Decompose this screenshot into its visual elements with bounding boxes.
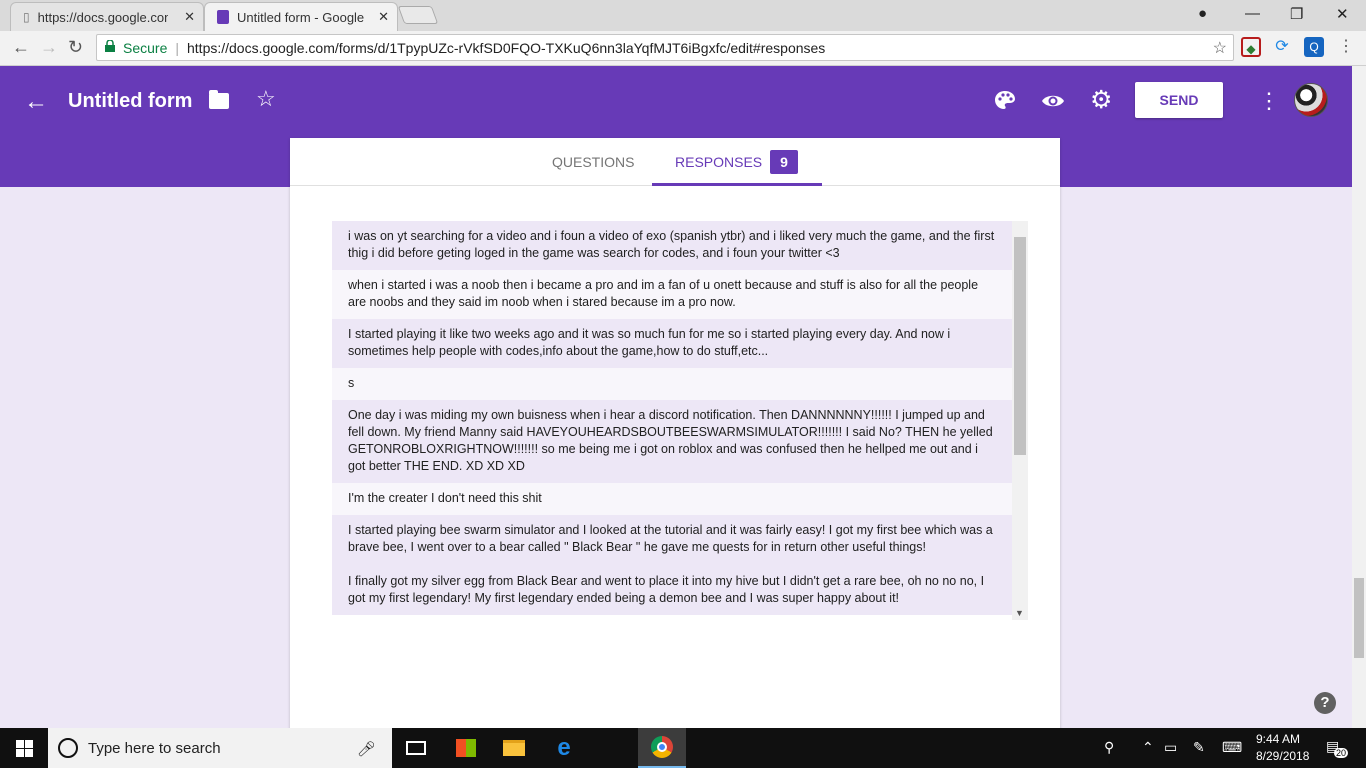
clock-date[interactable]: 8/29/2018 <box>1256 749 1309 763</box>
response-row: i was on yt searching for a video and i … <box>332 221 1012 270</box>
chrome-icon[interactable] <box>638 728 686 768</box>
response-list: i was on yt searching for a video and i … <box>332 221 1012 620</box>
extension-sync-icon[interactable]: ⟳ <box>1272 37 1292 57</box>
taskbar-app-blank[interactable] <box>588 728 636 768</box>
response-text: I'm the creater I don't need this shit <box>348 491 542 505</box>
response-row: when i started i was a noob then i becam… <box>332 270 1012 319</box>
response-list-scrollbar[interactable]: ▼ <box>1012 221 1028 620</box>
forms-icon <box>217 10 229 24</box>
task-view-icon[interactable] <box>392 728 440 768</box>
scrollbar-thumb[interactable] <box>1014 237 1026 455</box>
forward-icon[interactable]: → <box>40 37 58 58</box>
help-icon[interactable]: ? <box>1314 692 1336 714</box>
response-text: I finally got my silver egg from Black B… <box>348 574 985 605</box>
url-text[interactable]: https://docs.google.com/forms/d/1TpypUZc… <box>187 40 825 56</box>
close-window-icon[interactable]: ✕ <box>1336 5 1349 23</box>
response-text: s <box>348 376 355 390</box>
star-icon[interactable]: ☆ <box>256 86 276 112</box>
people-icon[interactable]: ⚲ <box>1104 739 1114 756</box>
extension-shield-icon[interactable]: ◆ <box>1241 37 1261 57</box>
back-arrow-icon[interactable]: ← <box>24 88 48 116</box>
new-tab-button[interactable] <box>397 6 439 24</box>
browser-tab-strip: ▯ https://docs.google.com/ ✕ Untitled fo… <box>0 0 1366 31</box>
clock-time[interactable]: 9:44 AM <box>1256 732 1300 746</box>
responses-count-badge: 9 <box>770 150 798 174</box>
address-bar[interactable]: Secure | https://docs.google.com/forms/d… <box>96 34 1234 61</box>
folder-icon[interactable] <box>209 90 229 109</box>
response-text: i was on yt searching for a video and i … <box>348 229 995 260</box>
edge-icon[interactable]: e <box>540 728 588 768</box>
profile-icon[interactable]: ● <box>1198 5 1207 22</box>
browser-toolbar: ← → ↻ Secure | https://docs.google.com/f… <box>0 31 1366 66</box>
close-tab-icon[interactable]: ✕ <box>184 9 195 25</box>
avatar[interactable] <box>1294 83 1328 117</box>
reload-icon[interactable]: ↻ <box>68 37 83 58</box>
secure-label: Secure <box>123 39 168 56</box>
response-row: s <box>332 368 1012 400</box>
browser-tab-docs[interactable]: ▯ https://docs.google.com/ ✕ <box>10 2 204 31</box>
chrome-menu-icon[interactable]: ⋮ <box>1336 37 1356 57</box>
windows-taskbar: Type here to search 🎤︎ e ⚲ ⌃ ▭ ✎ ⌨ 9:44 … <box>0 728 1366 768</box>
restore-icon[interactable]: ❐ <box>1290 5 1303 23</box>
tab-title: https://docs.google.com/ <box>37 9 168 25</box>
tab-questions[interactable]: QUESTIONS <box>552 154 634 170</box>
file-explorer-icon[interactable] <box>490 728 538 768</box>
search-input[interactable]: Type here to search <box>88 740 221 757</box>
store-icon[interactable] <box>442 728 490 768</box>
response-text: when i started i was a noob then i becam… <box>348 278 979 309</box>
battery-icon[interactable]: ▭ <box>1164 739 1177 756</box>
preview-eye-icon[interactable] <box>1041 93 1065 109</box>
lock-icon <box>105 40 115 52</box>
taskbar-search-box[interactable]: Type here to search 🎤︎ <box>48 728 392 768</box>
scroll-down-icon[interactable]: ▼ <box>1015 608 1024 618</box>
response-text: One day i was miding my own buisness whe… <box>348 408 993 473</box>
response-row: I started playing bee swarm simulator an… <box>332 515 1012 615</box>
send-button[interactable]: SEND <box>1135 82 1223 118</box>
extension-search-icon[interactable]: Q <box>1304 37 1324 57</box>
back-icon[interactable]: ← <box>12 37 30 58</box>
close-tab-icon[interactable]: ✕ <box>378 9 389 25</box>
response-text: I started playing bee swarm simulator an… <box>348 523 993 554</box>
notification-count: 20 <box>1334 748 1349 758</box>
bookmark-star-icon[interactable]: ☆ <box>1213 38 1227 58</box>
form-title[interactable]: Untitled form <box>68 90 192 113</box>
show-hidden-icons-icon[interactable]: ⌃ <box>1142 739 1154 756</box>
response-row: I started playing it like two weeks ago … <box>332 319 1012 368</box>
keyboard-icon[interactable]: ⌨ <box>1222 739 1242 756</box>
active-tab-indicator <box>652 183 822 186</box>
microphone-icon[interactable]: 🎤︎ <box>357 740 376 758</box>
response-row: I'm the creater I don't need this shit <box>332 483 1012 515</box>
cortana-icon <box>58 738 78 758</box>
windows-start-icon[interactable] <box>16 740 33 757</box>
page-icon: ▯ <box>23 10 30 24</box>
tab-responses[interactable]: RESPONSES <box>675 154 762 170</box>
minimize-icon[interactable]: — <box>1245 5 1260 22</box>
response-text: I started playing it like two weeks ago … <box>348 327 951 358</box>
form-tabs: QUESTIONS RESPONSES 9 <box>290 138 1060 186</box>
settings-gear-icon[interactable]: ⚙ <box>1090 85 1112 115</box>
browser-tab-forms[interactable]: Untitled form - Google Fo ✕ <box>204 2 398 31</box>
palette-icon[interactable] <box>994 90 1016 110</box>
divider: | <box>175 39 179 56</box>
network-icon[interactable]: ✎ <box>1193 739 1205 756</box>
page-scrollbar[interactable] <box>1352 66 1366 728</box>
response-row: One day i was miding my own buisness whe… <box>332 400 1012 483</box>
page-scrollbar-thumb[interactable] <box>1354 578 1364 658</box>
more-options-icon[interactable]: ⋮ <box>1258 88 1280 114</box>
tab-title: Untitled form - Google Fo <box>237 9 367 25</box>
